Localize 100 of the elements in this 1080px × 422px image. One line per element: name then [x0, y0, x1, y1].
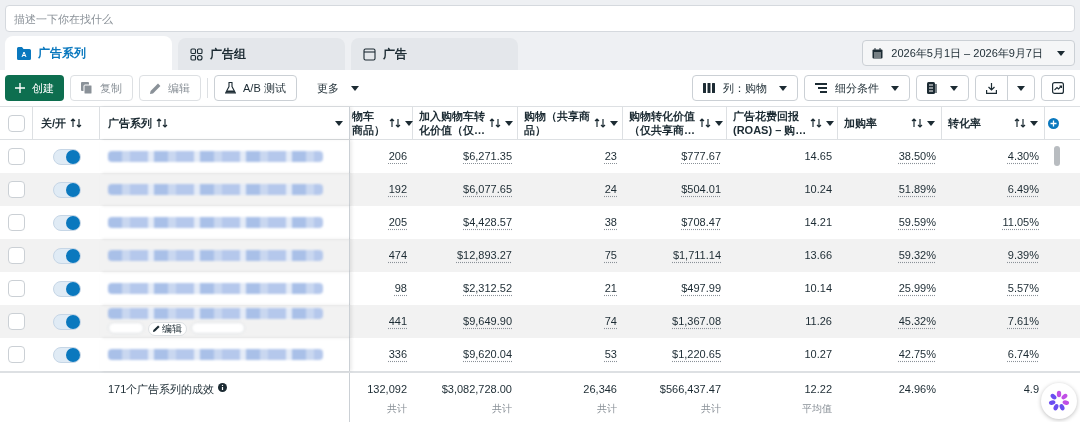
- table-cell-text: 75: [604, 248, 617, 264]
- checkbox[interactable]: [8, 148, 25, 165]
- table-cell-text: $4,428.57: [463, 215, 512, 231]
- reports-icon: [927, 82, 938, 94]
- table-cell-text: 9.39%: [1007, 248, 1039, 264]
- checkbox[interactable]: [8, 280, 25, 297]
- breakdown-dropdown[interactable]: 细分条件: [804, 75, 910, 101]
- trend-chart-icon: [1052, 82, 1064, 94]
- table-cell-text: 10.14: [804, 281, 832, 297]
- caret-icon: [715, 120, 723, 126]
- download-icon: [986, 82, 997, 94]
- caret-icon: [1030, 120, 1038, 126]
- chart-button[interactable]: [1041, 75, 1075, 101]
- caret-icon: [1057, 50, 1065, 56]
- sort-icon: [70, 118, 83, 128]
- total-value: $566,437.47: [659, 382, 721, 397]
- columns-dropdown[interactable]: 列：购物: [692, 75, 798, 101]
- table-cell-text: 6.74%: [1007, 347, 1039, 363]
- total-note: 共计: [701, 401, 721, 416]
- toggle-switch[interactable]: [52, 346, 81, 363]
- ab-test-button[interactable]: A/B 测试: [214, 75, 297, 101]
- toggle-switch[interactable]: [52, 148, 81, 165]
- reports-dropdown[interactable]: [916, 75, 969, 101]
- table-cell-text: 5.57%: [1007, 281, 1039, 297]
- sort-icon: [1014, 118, 1026, 128]
- table-cell-text: 51.89%: [898, 182, 936, 198]
- total-note: 平均值: [802, 401, 832, 416]
- column-header: 加购率: [844, 116, 878, 130]
- table-cell-text: 11.26: [805, 314, 832, 330]
- tab[interactable]: 广告: [351, 38, 518, 70]
- add-column-icon: [1048, 117, 1059, 129]
- table-cell-text: $504.01: [681, 182, 721, 198]
- checkbox[interactable]: [8, 181, 25, 198]
- table-cell-text: $6,271.35: [463, 149, 512, 165]
- table-cell-text: 98: [394, 281, 407, 297]
- columns-icon: [703, 83, 715, 93]
- toggle-switch[interactable]: [52, 313, 81, 330]
- redacted-action-chip: [191, 321, 245, 334]
- table-cell-text: $12,893.27: [456, 248, 512, 264]
- table-cell-text: $1,220.65: [672, 347, 721, 363]
- table-cell-text: 336: [388, 347, 407, 363]
- checkbox[interactable]: [7, 114, 25, 132]
- table-cell-text: 474: [388, 248, 407, 264]
- table-cell-text: 59.59%: [898, 215, 936, 231]
- table-cell-text: 59.32%: [898, 248, 936, 264]
- toggle-switch[interactable]: [52, 280, 81, 297]
- checkbox[interactable]: [8, 214, 25, 231]
- date-range-picker[interactable]: 2026年5月1日 – 2026年9月7日: [862, 40, 1075, 66]
- table-cell-text: 38: [604, 215, 617, 231]
- table-cell-text: 14.65: [804, 149, 832, 165]
- column-header: 购物转化价值（仅共享商…: [629, 109, 695, 137]
- table-cell-text: 14.21: [804, 215, 832, 231]
- total-value: 12.22: [804, 382, 832, 397]
- table-cell-text: 45.32%: [898, 314, 936, 330]
- toggle-switch[interactable]: [52, 214, 81, 231]
- caret-icon: [505, 120, 513, 126]
- checkbox[interactable]: [8, 346, 25, 363]
- total-value: 26,346: [583, 382, 617, 397]
- breakdown-icon: [815, 83, 827, 93]
- search-field[interactable]: 描述一下你在找什么: [5, 5, 1075, 32]
- total-value: 24.96%: [898, 382, 936, 397]
- table-cell-text: 205: [388, 215, 407, 231]
- toggle-switch[interactable]: [52, 181, 81, 198]
- summary-label: 171个广告系列的成效: [108, 382, 215, 397]
- toggle-switch[interactable]: [52, 247, 81, 264]
- caret-icon: [405, 120, 413, 126]
- copy-icon: [81, 82, 93, 94]
- flower-icon: [1048, 390, 1070, 412]
- caret-icon: [1017, 85, 1025, 91]
- table-cell-text: $2,312.52: [463, 281, 512, 297]
- table-cell-text: 21: [604, 281, 617, 297]
- sort-icon: [489, 118, 501, 128]
- table-cell-text: 206: [388, 149, 407, 165]
- column-header: 广告花费回报(ROAS) – 购…: [733, 109, 807, 137]
- table-cell-text: 23: [604, 149, 617, 165]
- column-header: 转化率: [948, 116, 982, 130]
- table-cell-text: $6,077.65: [463, 182, 512, 198]
- caret-icon: [610, 120, 618, 126]
- tab[interactable]: 广告系列: [5, 36, 172, 70]
- sort-icon: [911, 118, 923, 128]
- caret-icon: [891, 85, 899, 91]
- checkbox[interactable]: [8, 313, 25, 330]
- table-cell-text: $777.67: [681, 149, 721, 165]
- tab[interactable]: 广告组: [178, 38, 345, 70]
- column-header: 加入购物车转化价值（仅…: [419, 109, 485, 137]
- table-cell-text: 441: [388, 314, 407, 330]
- total-note: 共计: [387, 401, 407, 416]
- scrollbar-thumb[interactable]: [1054, 146, 1060, 166]
- total-note: 共计: [492, 401, 512, 416]
- caret-icon: [826, 120, 835, 126]
- tab-icon: [363, 47, 376, 61]
- edit-chip[interactable]: 编辑: [148, 321, 187, 336]
- table-cell-text: 7.61%: [1007, 314, 1039, 330]
- checkbox[interactable]: [8, 247, 25, 264]
- calendar-icon: [872, 47, 884, 59]
- table-cell-text: 53: [604, 347, 617, 363]
- tab-icon: [190, 47, 203, 61]
- create-button[interactable]: 创建: [5, 75, 64, 101]
- more-dropdown[interactable]: 更多: [306, 75, 369, 101]
- table-cell-text: 10.27: [804, 347, 832, 363]
